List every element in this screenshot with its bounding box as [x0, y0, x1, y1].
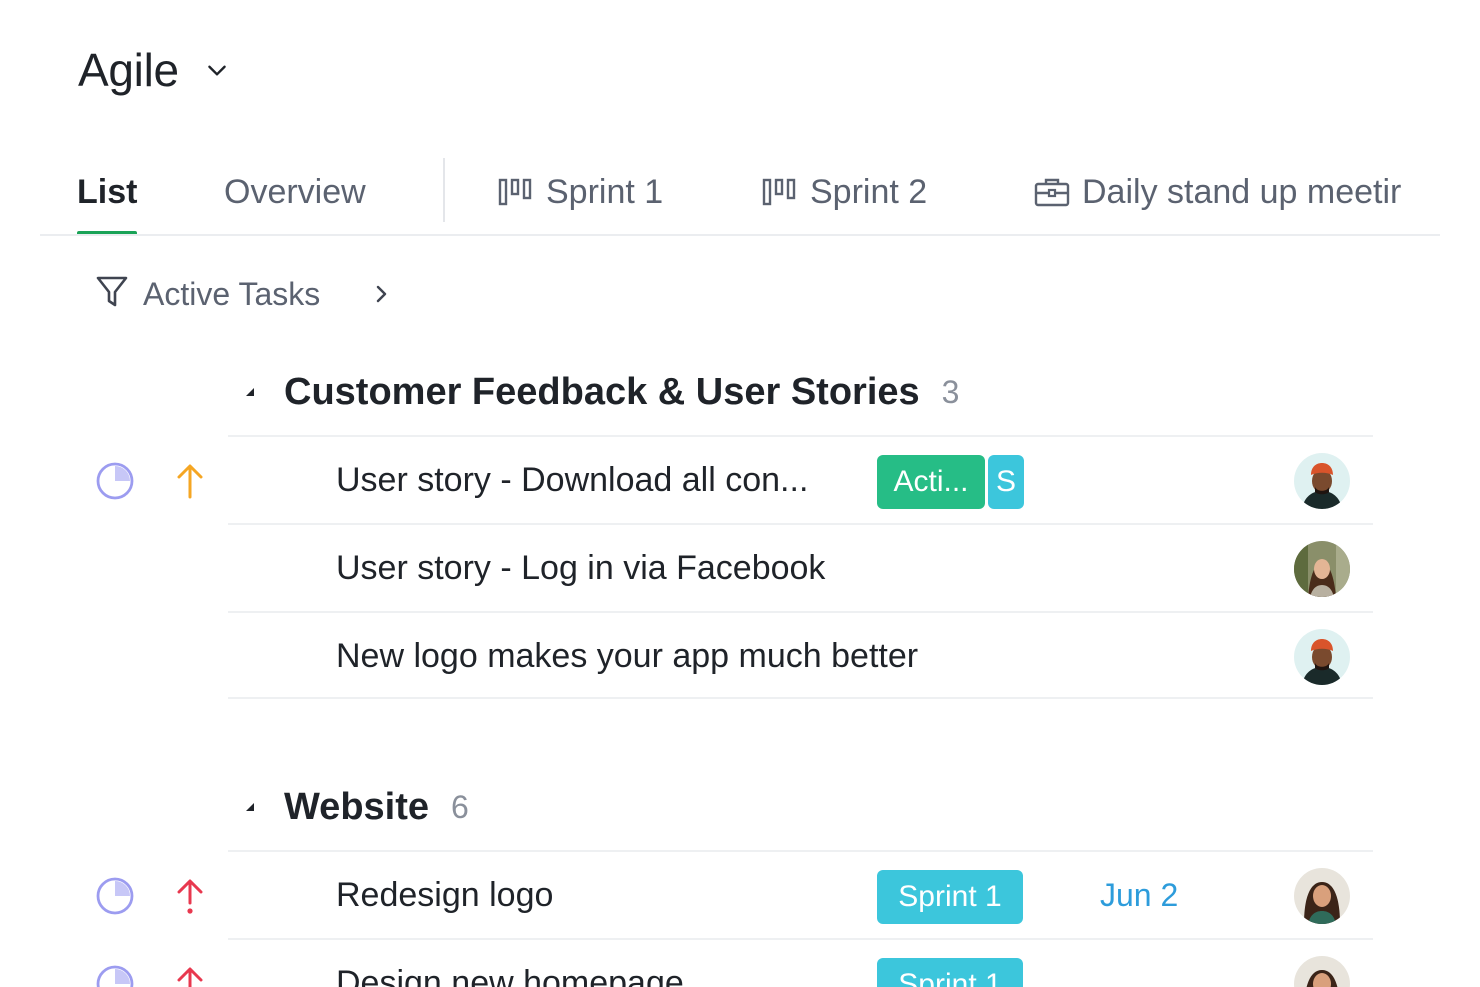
filter-label: Active Tasks: [143, 275, 321, 312]
project-header[interactable]: Agile: [78, 40, 231, 100]
active-tasks-filter[interactable]: Active Tasks: [95, 270, 392, 318]
task-title[interactable]: User story - Log in via Facebook: [336, 525, 825, 611]
active-tab-indicator: [77, 231, 138, 234]
priority-urgent-icon[interactable]: [172, 964, 208, 987]
task-title[interactable]: New logo makes your app much better: [336, 613, 918, 699]
task-title[interactable]: Design new homepage: [336, 940, 684, 987]
status-in-progress-icon[interactable]: [95, 461, 135, 501]
group-header-website: Website 6: [240, 777, 469, 837]
status-in-progress-icon[interactable]: [95, 964, 135, 987]
task-title[interactable]: User story - Download all con...: [336, 437, 808, 523]
view-tabs: List Overview Sprint 1 Sprint 2 Daily st…: [40, 150, 1440, 236]
chevron-down-icon[interactable]: [203, 56, 231, 84]
filter-icon: [95, 274, 129, 315]
avatar[interactable]: [1294, 629, 1350, 685]
briefcase-icon: [1034, 176, 1070, 208]
due-date[interactable]: Jun 2: [1100, 852, 1178, 938]
tab-daily-standup-label: Daily stand up meetir: [1082, 172, 1402, 211]
tab-sprint-2-label: Sprint 2: [810, 172, 928, 211]
avatar[interactable]: [1294, 956, 1350, 987]
priority-urgent-icon[interactable]: [172, 876, 208, 916]
tab-overview-label: Overview: [224, 172, 366, 211]
tab-daily-standup[interactable]: Daily stand up meetir: [1034, 150, 1401, 234]
tab-sprint-1-label: Sprint 1: [546, 172, 664, 211]
tab-sprint-2[interactable]: Sprint 2: [762, 150, 927, 234]
status-in-progress-icon[interactable]: [95, 876, 135, 916]
avatar[interactable]: [1294, 453, 1350, 509]
tab-sprint-1[interactable]: Sprint 1: [498, 150, 663, 234]
group-title: Customer Feedback & User Stories: [284, 370, 920, 413]
task-row[interactable]: Design new homepage Sprint 1: [228, 938, 1373, 987]
priority-high-icon[interactable]: [172, 461, 208, 501]
collapse-caret-icon[interactable]: [240, 797, 260, 817]
group-count: 6: [451, 788, 469, 825]
avatar[interactable]: [1294, 868, 1350, 924]
project-title[interactable]: Agile: [78, 43, 179, 97]
task-title[interactable]: Redesign logo: [336, 852, 553, 938]
collapse-caret-icon[interactable]: [240, 382, 260, 402]
tab-divider: [443, 158, 445, 222]
task-row[interactable]: User story - Log in via Facebook: [228, 523, 1373, 611]
task-row[interactable]: New logo makes your app much better: [228, 611, 1373, 699]
tag-sprint[interactable]: S: [988, 455, 1024, 509]
board-icon: [762, 177, 798, 207]
chevron-right-icon[interactable]: [372, 282, 392, 306]
tag-sprint[interactable]: Sprint 1: [877, 870, 1023, 924]
task-row[interactable]: User story - Download all con... Acti...…: [228, 435, 1373, 523]
avatar[interactable]: [1294, 541, 1350, 597]
tab-list-label: List: [77, 172, 138, 211]
task-row[interactable]: Redesign logo Sprint 1 Jun 2: [228, 850, 1373, 938]
group-header-customer-feedback: Customer Feedback & User Stories 3: [240, 362, 959, 422]
tag-sprint[interactable]: Sprint 1: [877, 958, 1023, 987]
tab-overview[interactable]: Overview: [224, 150, 366, 234]
board-icon: [498, 177, 534, 207]
group-title: Website: [284, 785, 430, 828]
tab-list[interactable]: List: [77, 150, 138, 234]
tag-active[interactable]: Acti...: [877, 455, 985, 509]
group-count: 3: [941, 373, 960, 410]
